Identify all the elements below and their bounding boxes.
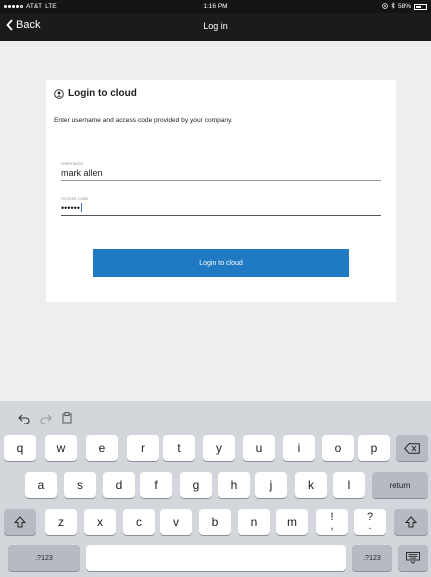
paste-icon[interactable] xyxy=(62,411,72,429)
key-s[interactable]: s xyxy=(64,472,96,498)
status-bar: AT&T LTE 1:16 PM 58% xyxy=(0,0,431,13)
card-description: Enter username and access code provided … xyxy=(54,117,233,124)
shift-icon xyxy=(14,516,26,528)
text-cursor xyxy=(80,203,82,212)
key-n[interactable]: n xyxy=(238,509,270,535)
key-x[interactable]: x xyxy=(84,509,116,535)
key-w[interactable]: w xyxy=(45,435,77,461)
battery-icon xyxy=(414,3,427,10)
numbers-key-left[interactable]: .?123 xyxy=(8,545,80,571)
shift-icon xyxy=(405,516,417,528)
key-comma-label: , xyxy=(330,520,334,532)
numbers-key-right[interactable]: .?123 xyxy=(352,545,392,571)
keyboard-dismiss-icon xyxy=(406,552,420,564)
key-g[interactable]: g xyxy=(180,472,212,498)
key-y[interactable]: y xyxy=(203,435,235,461)
delete-key[interactable] xyxy=(396,435,428,461)
key-period-label: . xyxy=(368,520,372,532)
page-title: Log in xyxy=(203,21,228,31)
onscreen-keyboard: q w e r t y u i o p a s d f g h j k l re… xyxy=(0,401,431,577)
username-label: Username xyxy=(61,162,84,167)
key-j[interactable]: j xyxy=(255,472,287,498)
key-v[interactable]: v xyxy=(160,509,192,535)
main-content: Login to cloud Enter username and access… xyxy=(0,41,431,401)
username-input[interactable]: mark allen xyxy=(61,168,381,180)
status-right: 58% xyxy=(382,2,427,11)
card-header: Login to cloud xyxy=(54,88,137,99)
access-code-value: •••••• xyxy=(61,203,80,213)
login-card: Login to cloud Enter username and access… xyxy=(46,80,396,302)
nav-bar: Back Log in xyxy=(0,13,431,41)
card-title: Login to cloud xyxy=(68,88,137,99)
key-m[interactable]: m xyxy=(276,509,308,535)
location-icon xyxy=(382,2,388,11)
space-key[interactable] xyxy=(86,545,346,571)
access-code-field[interactable]: Access code •••••• xyxy=(61,197,381,216)
key-a[interactable]: a xyxy=(25,472,57,498)
key-r[interactable]: r xyxy=(127,435,159,461)
key-l[interactable]: l xyxy=(333,472,365,498)
key-b[interactable]: b xyxy=(199,509,231,535)
key-d[interactable]: d xyxy=(103,472,135,498)
key-h[interactable]: h xyxy=(218,472,250,498)
backspace-icon xyxy=(404,442,420,454)
key-question-period[interactable]: ? . xyxy=(354,509,386,535)
key-z[interactable]: z xyxy=(45,509,77,535)
key-i[interactable]: i xyxy=(283,435,315,461)
access-code-input[interactable]: •••••• xyxy=(61,203,381,215)
key-k[interactable]: k xyxy=(295,472,327,498)
status-time: 1:16 PM xyxy=(203,3,228,10)
key-f[interactable]: f xyxy=(140,472,172,498)
key-u[interactable]: u xyxy=(243,435,275,461)
user-circle-icon xyxy=(54,88,64,99)
key-p[interactable]: p xyxy=(358,435,390,461)
key-t[interactable]: t xyxy=(163,435,195,461)
key-e[interactable]: e xyxy=(86,435,118,461)
access-code-label: Access code xyxy=(61,197,89,202)
key-c[interactable]: c xyxy=(123,509,155,535)
bluetooth-icon xyxy=(391,2,395,11)
key-o[interactable]: o xyxy=(322,435,354,461)
username-field[interactable]: Username mark allen xyxy=(61,162,381,181)
battery-percent: 58% xyxy=(397,3,411,10)
return-key[interactable]: return xyxy=(372,472,428,498)
undo-icon[interactable] xyxy=(18,411,30,429)
key-q[interactable]: q xyxy=(4,435,36,461)
shift-key-left[interactable] xyxy=(4,509,36,535)
shift-key-right[interactable] xyxy=(394,509,428,535)
key-exclaim-comma[interactable]: ! , xyxy=(316,509,348,535)
redo-icon[interactable] xyxy=(40,411,52,429)
keyboard-toolbar xyxy=(18,411,72,429)
hide-keyboard-key[interactable] xyxy=(398,545,428,571)
login-button[interactable]: Login to cloud xyxy=(93,249,349,277)
